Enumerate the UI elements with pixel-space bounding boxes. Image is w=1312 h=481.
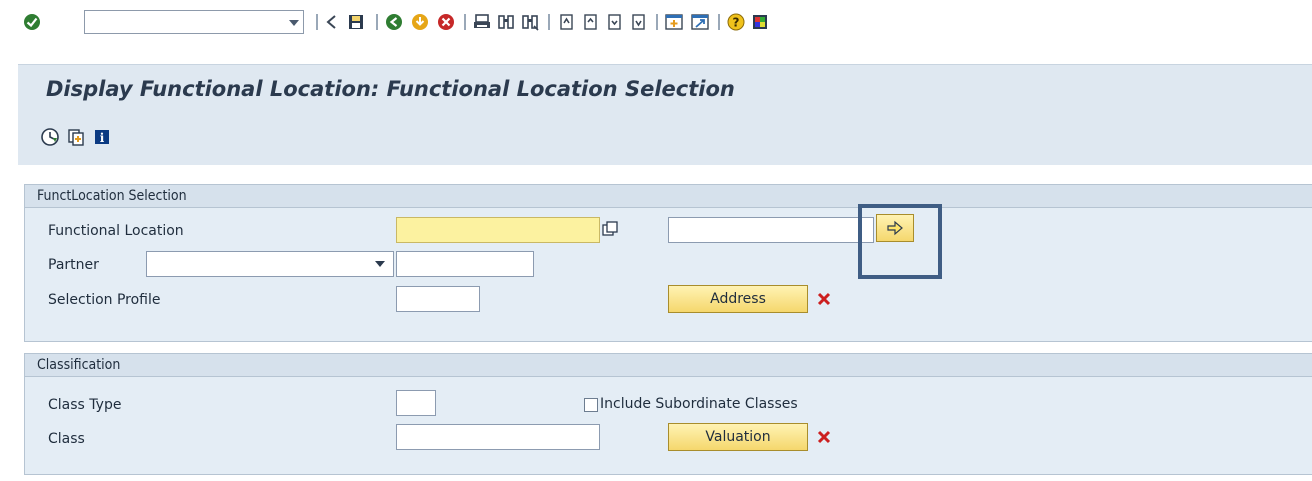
- selection-profile-field[interactable]: [396, 286, 480, 312]
- svg-text:?: ?: [733, 16, 740, 30]
- stop-icon[interactable]: [436, 12, 456, 32]
- class-type-label: Class Type: [48, 397, 122, 413]
- chevron-down-icon[interactable]: [289, 20, 299, 26]
- toolbar-separator: [376, 14, 378, 30]
- selection-profile-label: Selection Profile: [48, 292, 161, 308]
- include-subordinate-checkbox[interactable]: [584, 398, 598, 412]
- partner-label: Partner: [48, 257, 99, 273]
- toolbar-separator: [656, 14, 658, 30]
- valuation-button[interactable]: Valuation: [668, 423, 808, 451]
- toolbar-separator: [464, 14, 466, 30]
- back-icon[interactable]: [322, 12, 342, 32]
- group-header: FunctLocation Selection: [25, 185, 1312, 208]
- toolbar-separator: [548, 14, 550, 30]
- enter-icon[interactable]: [22, 12, 42, 32]
- cancel-icon[interactable]: [410, 12, 430, 32]
- system-toolbar: ?: [0, 0, 1312, 46]
- functional-location-to-field[interactable]: [668, 217, 874, 243]
- next-page-icon[interactable]: [604, 12, 624, 32]
- execute-icon[interactable]: [40, 127, 60, 147]
- find-icon[interactable]: [496, 12, 516, 32]
- title-bar: Display Functional Location: Functional …: [18, 64, 1312, 113]
- find-next-icon[interactable]: [520, 12, 540, 32]
- delete-icon[interactable]: [816, 429, 832, 445]
- customize-layout-icon[interactable]: [750, 12, 770, 32]
- highlight-box: [858, 204, 942, 279]
- page-title: Display Functional Location: Functional …: [46, 77, 735, 101]
- group-header: Classification: [25, 354, 1312, 377]
- chevron-down-icon[interactable]: [375, 261, 385, 267]
- class-label: Class: [48, 431, 85, 447]
- toolbar-separator: [718, 14, 720, 30]
- functional-location-from-field[interactable]: [396, 217, 600, 243]
- svg-text:i: i: [100, 131, 105, 145]
- classification-group: Classification: [24, 353, 1312, 475]
- exit-icon[interactable]: [384, 12, 404, 32]
- address-button[interactable]: Address: [668, 285, 808, 313]
- create-shortcut-icon[interactable]: [690, 12, 710, 32]
- print-icon[interactable]: [472, 12, 492, 32]
- help-icon[interactable]: ?: [726, 12, 746, 32]
- application-toolbar: i: [18, 113, 1312, 165]
- include-subordinate-label: Include Subordinate Classes: [600, 396, 798, 412]
- multiple-selection-icon[interactable]: [602, 221, 618, 237]
- save-icon[interactable]: [346, 12, 366, 32]
- command-field[interactable]: [84, 10, 304, 34]
- class-field[interactable]: [396, 424, 600, 450]
- last-page-icon[interactable]: [628, 12, 648, 32]
- class-type-field[interactable]: [396, 390, 436, 416]
- new-session-icon[interactable]: [664, 12, 684, 32]
- partner-role-dropdown[interactable]: [146, 251, 394, 277]
- partner-field[interactable]: [396, 251, 534, 277]
- information-icon[interactable]: i: [92, 127, 112, 147]
- delete-icon[interactable]: [816, 291, 832, 307]
- previous-page-icon[interactable]: [580, 12, 600, 32]
- functional-location-label: Functional Location: [48, 223, 184, 239]
- toolbar-separator: [316, 14, 318, 30]
- first-page-icon[interactable]: [556, 12, 576, 32]
- get-variant-icon[interactable]: [66, 127, 86, 147]
